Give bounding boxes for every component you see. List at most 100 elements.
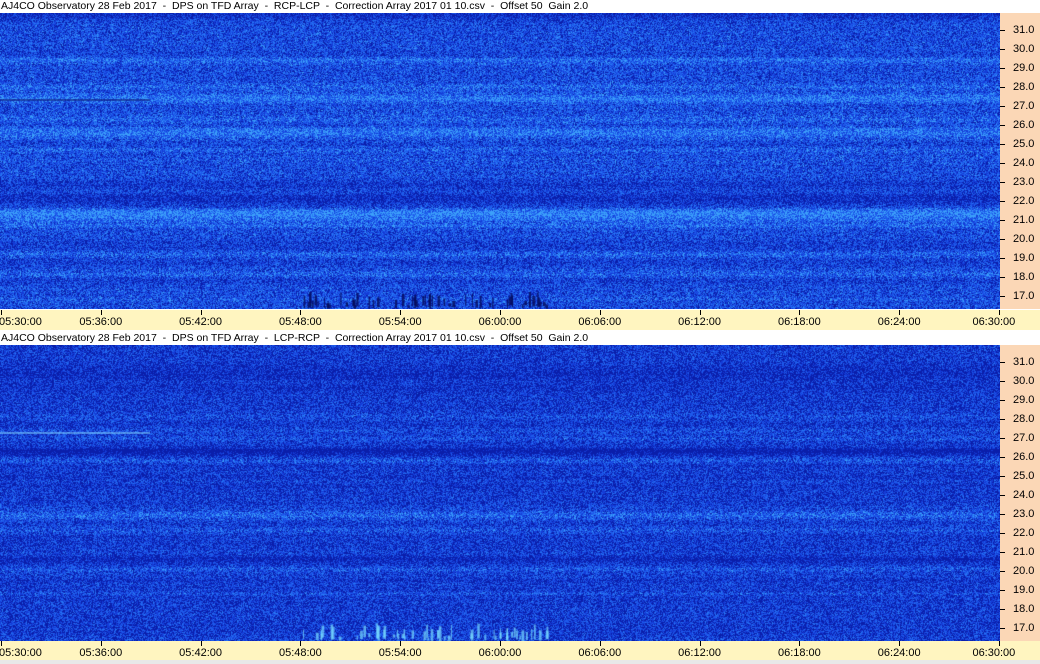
panel-2-title: AJ4CO Observatory 28 Feb 2017 - DPS on T… — [1, 332, 589, 344]
y-tick-label: 17.0 — [1013, 289, 1035, 302]
y-tick-26.0: 26.0 — [1000, 119, 1040, 131]
y-tick-mark — [1000, 87, 1005, 88]
y-tick-label: 17.0 — [1013, 621, 1035, 634]
y-tick-19.0: 19.0 — [1000, 584, 1040, 596]
y-tick-31.0: 31.0 — [1000, 24, 1040, 36]
x-tick-label: 06:00:00 — [478, 647, 522, 659]
y-tick-20.0: 20.0 — [1000, 565, 1040, 577]
x-tick-mark — [699, 310, 701, 315]
y-tick-mark — [1000, 513, 1005, 515]
spectrogram-lcp-rcp[interactable] — [0, 345, 1000, 641]
y-tick-label: 22.0 — [1013, 194, 1035, 207]
y-tick-31.0: 31.0 — [1000, 356, 1040, 368]
x-tick-label: 05:54:00 — [378, 316, 422, 328]
y-tick-mark — [1000, 143, 1005, 145]
x-tick-label: 06:30:00 — [972, 316, 1016, 328]
y-tick-mark — [1000, 124, 1005, 126]
x-tick-mark — [899, 310, 901, 315]
y-tick-label: 28.0 — [1013, 413, 1035, 425]
y-tick-label: 22.0 — [1013, 526, 1035, 539]
y-tick-27.0: 27.0 — [1000, 100, 1040, 112]
window-bottom-edge — [0, 660, 1040, 664]
x-tick-label: 05:36:00 — [79, 647, 123, 659]
x-tick-mark — [400, 641, 402, 646]
y-tick-23.0: 23.0 — [1000, 508, 1040, 520]
y-tick-29.0: 29.0 — [1000, 62, 1040, 74]
x-tick-mark — [799, 310, 801, 315]
y-tick-label: 19.0 — [1013, 583, 1035, 596]
y-tick-label: 28.0 — [1013, 81, 1035, 93]
y-tick-19.0: 19.0 — [1000, 252, 1040, 264]
y-tick-30.0: 30.0 — [1000, 43, 1040, 55]
y-tick-mark — [1000, 105, 1005, 107]
y-tick-17.0: 17.0 — [1000, 622, 1040, 634]
y-tick-mark — [1000, 589, 1005, 591]
x-tick-label: 05:54:00 — [378, 647, 422, 659]
y-tick-label: 30.0 — [1013, 43, 1035, 56]
y-tick-mark — [1000, 181, 1005, 183]
y-tick-23.0: 23.0 — [1000, 176, 1040, 188]
y-tick-mark — [1000, 238, 1005, 240]
x-tick-mark — [400, 310, 402, 315]
x-tick-label: 06:30:00 — [972, 647, 1016, 659]
y-tick-label: 26.0 — [1013, 118, 1035, 131]
x-tick-mark — [500, 641, 501, 646]
y-tick-label: 31.0 — [1013, 24, 1035, 37]
y-tick-mark — [1000, 494, 1005, 496]
y-tick-label: 30.0 — [1013, 375, 1035, 388]
y-tick-label: 31.0 — [1013, 356, 1035, 369]
y-tick-mark — [1000, 551, 1005, 553]
y-tick-label: 19.0 — [1013, 251, 1035, 264]
y-tick-29.0: 29.0 — [1000, 394, 1040, 406]
y-tick-22.0: 22.0 — [1000, 195, 1040, 207]
y-tick-mark — [1000, 532, 1005, 534]
spectrogram-rcp-lcp[interactable] — [0, 13, 1000, 309]
x-tick-mark — [699, 641, 701, 646]
x-tick-label: 05:30:00 — [0, 647, 42, 659]
x-tick-label: 05:30:00 — [0, 316, 42, 328]
y-tick-label: 21.0 — [1013, 545, 1035, 558]
y-tick-25.0: 25.0 — [1000, 138, 1040, 150]
x-tick-mark — [1, 641, 2, 646]
y-tick-label: 26.0 — [1013, 450, 1035, 463]
y-tick-label: 25.0 — [1013, 137, 1035, 150]
y-tick-26.0: 26.0 — [1000, 451, 1040, 463]
y-tick-label: 18.0 — [1013, 270, 1035, 283]
y-tick-mark — [1000, 257, 1005, 259]
y-tick-18.0: 18.0 — [1000, 271, 1040, 283]
y-tick-17.0: 17.0 — [1000, 290, 1040, 302]
y-tick-label: 29.0 — [1013, 394, 1035, 407]
y-tick-24.0: 24.0 — [1000, 157, 1040, 169]
time-axis-2: 05:30:00 05:36:00 05:42:00 05:48:00 05:54:00… — [0, 641, 1040, 661]
y-tick-label: 25.0 — [1013, 469, 1035, 482]
y-tick-mark — [1000, 68, 1005, 70]
x-tick-mark — [500, 310, 501, 315]
x-tick-mark — [1, 310, 2, 315]
x-tick-mark — [999, 641, 1000, 646]
y-tick-mark — [1000, 475, 1005, 477]
x-tick-mark — [899, 641, 901, 646]
x-tick-label: 06:12:00 — [678, 316, 722, 328]
y-tick-mark — [1000, 381, 1005, 383]
y-tick-label: 24.0 — [1013, 488, 1035, 501]
x-tick-mark — [599, 310, 601, 315]
x-tick-mark — [300, 310, 302, 315]
x-tick-label: 06:24:00 — [877, 316, 921, 328]
y-tick-20.0: 20.0 — [1000, 233, 1040, 245]
x-tick-label: 05:42:00 — [179, 647, 223, 659]
y-tick-18.0: 18.0 — [1000, 603, 1040, 615]
x-tick-label: 06:06:00 — [578, 647, 622, 659]
y-tick-mark — [1000, 570, 1005, 572]
y-tick-label: 18.0 — [1013, 602, 1035, 615]
x-tick-mark — [100, 310, 102, 315]
y-tick-mark — [1000, 627, 1005, 629]
y-tick-mark — [1000, 456, 1005, 458]
y-tick-28.0: 28.0 — [1000, 81, 1040, 93]
x-tick-mark — [300, 641, 302, 646]
x-tick-mark — [999, 310, 1000, 315]
x-tick-label: 06:06:00 — [578, 316, 622, 328]
y-tick-label: 27.0 — [1013, 99, 1035, 112]
y-tick-mark — [1000, 219, 1005, 221]
y-tick-mark — [1000, 200, 1005, 202]
y-tick-mark — [1000, 400, 1005, 402]
